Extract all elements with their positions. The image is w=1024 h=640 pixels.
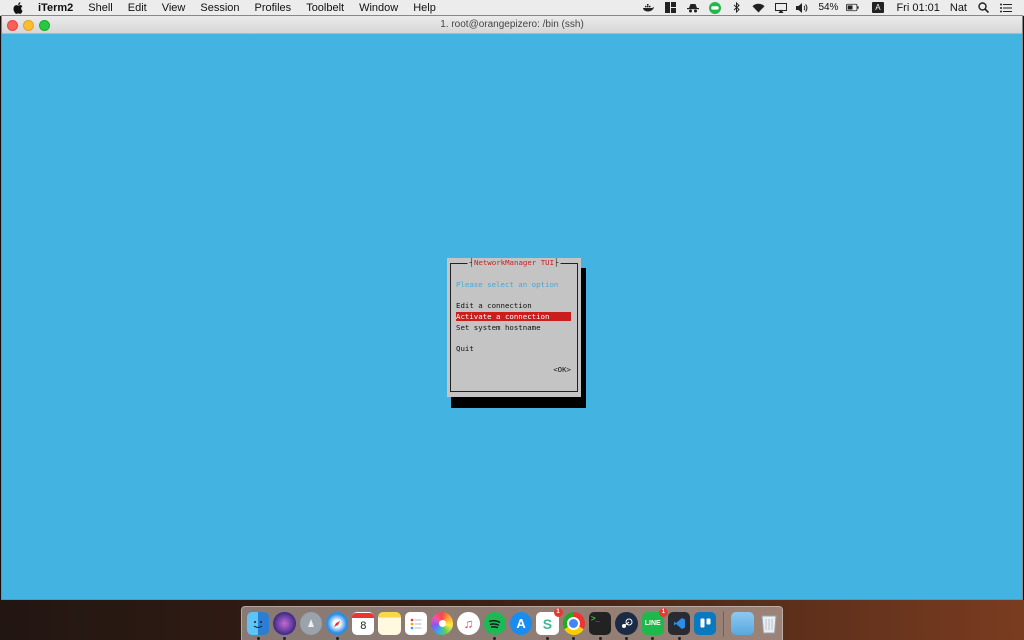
spotify-icon[interactable] xyxy=(483,612,506,640)
incognito-icon[interactable] xyxy=(686,2,699,13)
line-status-icon[interactable] xyxy=(708,1,721,14)
nmtui-dialog: NetworkManager TUI Please select an opti… xyxy=(447,258,581,397)
dialog-title: NetworkManager TUI xyxy=(467,258,561,267)
input-source-icon[interactable]: A xyxy=(871,2,884,13)
window-titlebar[interactable]: 1. root@orangepizero: /bin (ssh) xyxy=(2,16,1022,34)
trello-icon[interactable] xyxy=(694,612,717,635)
slack-badge: 1 xyxy=(553,608,563,617)
notes-icon[interactable] xyxy=(378,612,401,635)
ok-button[interactable]: <OK> xyxy=(553,365,571,374)
dock: 8 ♫ A S 1 >_ LINE 1 xyxy=(241,606,783,640)
menu-toolbelt[interactable]: Toolbelt xyxy=(306,2,344,14)
reminders-icon[interactable] xyxy=(404,612,428,635)
apple-icon[interactable] xyxy=(12,1,25,14)
window-title: 1. root@orangepizero: /bin (ssh) xyxy=(440,19,584,30)
menu-window[interactable]: Window xyxy=(359,2,398,14)
menu-edit[interactable]: Edit xyxy=(128,2,147,14)
option-set-hostname[interactable]: Set system hostname xyxy=(456,323,541,332)
line-icon[interactable]: LINE 1 xyxy=(641,608,668,640)
menu-session[interactable]: Session xyxy=(200,2,239,14)
menubar-user[interactable]: Nat xyxy=(950,2,967,14)
menu-profiles[interactable]: Profiles xyxy=(255,2,292,14)
zoom-button[interactable] xyxy=(39,20,50,31)
battery-icon[interactable] xyxy=(846,2,860,13)
menu-shell[interactable]: Shell xyxy=(88,2,112,14)
volume-icon[interactable] xyxy=(796,2,809,13)
status-area: 54% A Fri 01:01 Nat xyxy=(642,0,1024,15)
option-activate-connection[interactable]: Activate a connection xyxy=(456,312,571,321)
steam-icon[interactable] xyxy=(615,612,638,640)
docker-icon[interactable] xyxy=(642,2,655,13)
itunes-icon[interactable]: ♫ xyxy=(457,612,480,635)
option-edit-connection[interactable]: Edit a connection xyxy=(456,301,532,310)
close-button[interactable] xyxy=(7,20,18,31)
calendar-icon[interactable]: 8 xyxy=(352,612,375,635)
chrome-icon[interactable] xyxy=(562,612,585,640)
menu-help[interactable]: Help xyxy=(413,2,436,14)
menu-app-name[interactable]: iTerm2 xyxy=(38,2,73,14)
safari-icon[interactable] xyxy=(325,612,349,640)
line-badge: 1 xyxy=(658,608,668,617)
spotlight-search-icon[interactable] xyxy=(977,2,990,13)
terminal-icon[interactable]: >_ xyxy=(588,612,612,640)
dock-separator xyxy=(723,610,725,637)
finder-icon[interactable] xyxy=(247,612,270,640)
menubar-clock[interactable]: Fri 01:01 xyxy=(896,2,939,14)
siri-icon[interactable] xyxy=(273,612,296,640)
minimize-button[interactable] xyxy=(23,20,34,31)
notification-center-icon[interactable] xyxy=(999,2,1012,13)
airplay-icon[interactable] xyxy=(774,2,787,13)
traffic-lights xyxy=(7,20,55,31)
calendar-day: 8 xyxy=(360,620,367,632)
photos-icon[interactable] xyxy=(431,612,454,635)
window-manager-icon[interactable] xyxy=(664,2,677,13)
menu-view[interactable]: View xyxy=(162,2,186,14)
wifi-icon[interactable] xyxy=(752,2,765,13)
menu-bar: iTerm2 Shell Edit View Session Profiles … xyxy=(0,0,1024,16)
option-quit[interactable]: Quit xyxy=(456,344,474,353)
folder-icon[interactable] xyxy=(731,612,754,635)
visual-studio-code-icon[interactable] xyxy=(667,612,691,640)
app-store-icon[interactable]: A xyxy=(509,612,533,635)
trash-icon[interactable] xyxy=(758,612,780,635)
input-source-label: A xyxy=(871,2,884,13)
launchpad-icon[interactable] xyxy=(299,612,322,635)
dialog-prompt: Please select an option xyxy=(456,280,559,289)
slack-icon[interactable]: S 1 xyxy=(536,608,563,640)
bluetooth-icon[interactable] xyxy=(730,2,743,13)
battery-percent: 54% xyxy=(818,2,839,13)
